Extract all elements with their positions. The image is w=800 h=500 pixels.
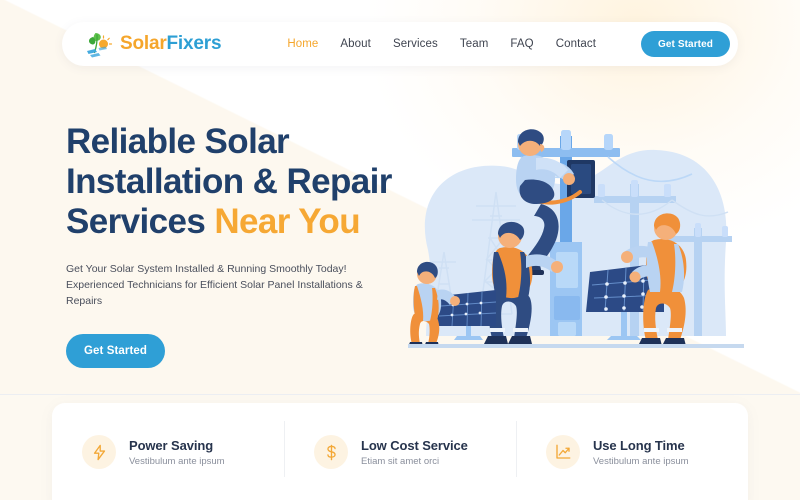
navbar-get-started-button[interactable]: Get Started [640, 31, 730, 57]
hero-illustration [408, 100, 744, 350]
solar-technicians-illustration-svg [408, 129, 744, 348]
feature-subtitle: Vestibulum ante ipsum [129, 455, 225, 467]
nav-item-team[interactable]: Team [460, 38, 489, 50]
hero-title-line2: Installation & Repair [66, 162, 392, 201]
hero-get-started-button[interactable]: Get Started [66, 334, 165, 368]
nav-item-about[interactable]: About [340, 38, 371, 50]
hero-title-line1: Reliable Solar [66, 122, 290, 161]
feature-text: Use Long Time Vestibulum ante ipsum [593, 438, 689, 467]
feature-title: Power Saving [129, 437, 214, 453]
brand-name-part1: Solar [120, 33, 167, 54]
nav-links: Home About Services Team FAQ Contact [287, 38, 596, 50]
hero-title: Reliable Solar Installation & Repair Ser… [66, 122, 406, 242]
brand-logo[interactable]: SolarFixers [82, 29, 222, 59]
hero-subtitle: Get Your Solar System Installed & Runnin… [66, 263, 363, 307]
nav-item-contact[interactable]: Contact [556, 38, 596, 50]
hero-title-accent: Near You [214, 202, 360, 241]
feature-title: Low Cost Service [361, 437, 468, 453]
feature-subtitle: Etiam sit amet orci [361, 455, 440, 467]
feature-use-long-time[interactable]: Use Long Time Vestibulum ante ipsum [516, 421, 748, 477]
solar-plant-logo-icon [87, 33, 113, 58]
ground-line [408, 344, 744, 348]
navbar: SolarFixers Home About Services Team FAQ… [62, 22, 738, 66]
lightning-bolt-icon [82, 435, 116, 469]
feature-title: Use Long Time [593, 437, 685, 453]
trend-chart-icon [546, 435, 580, 469]
feature-text: Power Saving Vestibulum ante ipsum [129, 438, 225, 467]
brand-name-part2: Fixers [166, 33, 222, 54]
nav-item-home[interactable]: Home [287, 38, 318, 50]
feature-text: Low Cost Service Etiam sit amet orci [361, 438, 468, 467]
nav-item-services[interactable]: Services [393, 38, 438, 50]
hero-copy: Reliable Solar Installation & Repair Ser… [66, 122, 406, 368]
landing-page: SolarFixers Home About Services Team FAQ… [0, 0, 800, 500]
hero-title-line3: Services [66, 202, 215, 241]
feature-low-cost-service[interactable]: Low Cost Service Etiam sit amet orci [284, 421, 516, 477]
feature-power-saving[interactable]: Power Saving Vestibulum ante ipsum [52, 435, 284, 469]
dollar-sign-icon [314, 435, 348, 469]
nav-item-faq[interactable]: FAQ [510, 38, 533, 50]
brand-name: SolarFixers [120, 33, 222, 55]
feature-subtitle: Vestibulum ante ipsum [593, 455, 689, 467]
features-card: Power Saving Vestibulum ante ipsum Low C… [52, 403, 748, 500]
